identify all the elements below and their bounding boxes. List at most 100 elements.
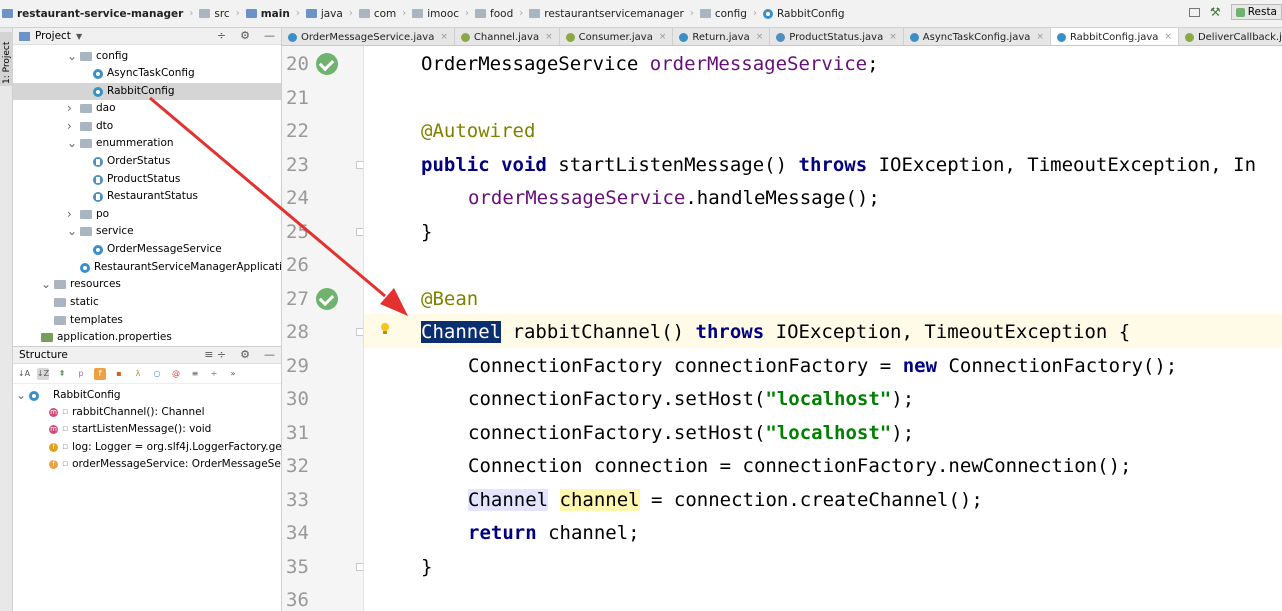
gear-icon[interactable]: ⚙ <box>240 348 250 361</box>
code-token: ; <box>867 53 879 75</box>
show-lambdas-icon[interactable]: λ <box>132 368 144 380</box>
tree-item[interactable]: OrderStatus <box>13 153 281 170</box>
layout-icon[interactable] <box>1188 7 1200 17</box>
project-panel-header[interactable]: Project ▼ ÷ ⚙ — <box>13 28 281 45</box>
editor-tab-label: Channel.java <box>473 31 540 43</box>
code-token: @Autowired <box>421 120 536 142</box>
fold-marker-icon[interactable] <box>356 562 363 571</box>
editor-tab[interactable]: AsyncTaskConfig.java × <box>903 28 1051 45</box>
chevron-down-icon[interactable]: ⌄ <box>67 48 77 65</box>
project-tool-tab[interactable]: 1: Project <box>0 32 13 86</box>
breadcrumb-item[interactable]: restaurantservicemanager <box>529 8 684 20</box>
expand-icon[interactable]: ≡ <box>189 368 201 380</box>
code-editor[interactable]: OrderMessageService orderMessageService;… <box>364 46 1282 611</box>
fold-marker-icon[interactable] <box>356 227 363 236</box>
tree-item[interactable]: RestaurantServiceManagerApplicati <box>13 259 281 276</box>
tree-item[interactable]: ⌄ config <box>13 48 281 65</box>
editor-tab[interactable]: Channel.java × <box>454 28 560 45</box>
show-annotations-icon[interactable]: @ <box>170 368 182 380</box>
tree-item-label: service <box>96 225 134 237</box>
breadcrumb-item[interactable]: src <box>199 8 230 20</box>
expand-all-icon[interactable]: ≡ ÷ <box>204 348 226 361</box>
sort-by-visibility-icon[interactable]: ↓A <box>18 368 30 380</box>
tree-item[interactable]: RabbitConfig <box>13 83 281 100</box>
breadcrumb-item[interactable]: imooc <box>412 8 459 20</box>
tree-item[interactable]: › dao <box>13 100 281 117</box>
tree-item[interactable]: ProductStatus <box>13 171 281 188</box>
tree-item[interactable]: › po <box>13 206 281 223</box>
code-line: @Bean <box>421 283 478 317</box>
hammer-icon[interactable]: ⚒ <box>1210 5 1221 19</box>
tree-item[interactable]: AsyncTaskConfig <box>13 65 281 82</box>
editor-tab[interactable]: ProductStatus.java × <box>770 28 904 45</box>
chevron-down-icon[interactable]: ⌄ <box>67 135 77 152</box>
tree-item[interactable]: static <box>13 294 281 311</box>
spring-bean-gutter-icon[interactable] <box>316 287 338 310</box>
lightbulb-icon[interactable] <box>380 322 390 335</box>
tree-item[interactable]: RestaurantStatus <box>13 188 281 205</box>
breadcrumb-item[interactable]: RabbitConfig <box>762 8 845 20</box>
collapse-icon[interactable]: ÷ <box>208 368 220 380</box>
close-icon[interactable]: × <box>1164 32 1172 42</box>
tree-item[interactable]: OrderMessageService <box>13 241 281 258</box>
tree-item[interactable]: ⌄ enummeration <box>13 135 281 152</box>
tree-item[interactable]: › dto <box>13 118 281 135</box>
close-icon[interactable]: × <box>889 32 897 42</box>
chevron-down-icon[interactable]: ⌄ <box>41 276 51 293</box>
editor-tab[interactable]: Consumer.java × <box>559 28 674 45</box>
structure-member-item[interactable]: f ▫ log: Logger = org.slf4j.LoggerFactory.… <box>49 439 281 456</box>
more-icon[interactable]: » <box>227 368 239 380</box>
show-fields-icon[interactable]: f <box>94 367 106 380</box>
tree-item[interactable]: templates <box>13 312 281 329</box>
close-icon[interactable]: × <box>659 32 667 42</box>
folder-icon <box>80 210 92 219</box>
close-icon[interactable]: × <box>756 32 764 42</box>
editor-tab[interactable]: DeliverCallback.java× <box>1178 28 1282 45</box>
show-inherited-icon[interactable]: ⇞ <box>56 368 68 380</box>
code-line: orderMessageService.handleMessage(); <box>468 182 880 216</box>
editor-tab-label: DeliverCallback.java <box>1197 31 1282 43</box>
chevron-down-icon[interactable]: ⌄ <box>16 387 26 404</box>
collapse-all-icon[interactable]: ÷ <box>217 29 226 42</box>
structure-member-item[interactable]: f ▫ orderMessageService: OrderMessageServ <box>49 456 281 473</box>
fold-marker-icon[interactable] <box>356 328 363 336</box>
editor-tab[interactable]: Return.java × <box>673 28 771 45</box>
structure-root-item[interactable]: ⌄ RabbitConfig <box>16 387 121 404</box>
show-properties-icon[interactable]: p <box>75 368 87 380</box>
chevron-right-icon[interactable]: › <box>67 118 77 135</box>
tree-item-label: ProductStatus <box>107 173 181 185</box>
gear-icon[interactable]: ⚙ <box>240 29 250 42</box>
breadcrumb-item[interactable]: restaurant-service-manager <box>2 8 183 20</box>
chevron-right-icon[interactable]: › <box>67 100 77 117</box>
class-icon <box>93 86 103 97</box>
tree-item[interactable]: ⌄ resources <box>13 276 281 293</box>
anonymous-classes-icon[interactable]: ○ <box>151 368 163 380</box>
close-icon[interactable]: × <box>440 32 448 42</box>
breadcrumb-item[interactable]: config <box>699 8 747 20</box>
breadcrumb-item[interactable]: java <box>305 8 343 20</box>
editor-tab[interactable]: OrderMessageService.java × <box>282 28 455 45</box>
editor-tab[interactable]: RabbitConfig.java × <box>1050 28 1179 45</box>
sort-alpha-icon[interactable]: ↓Z <box>37 367 49 380</box>
minimize-icon[interactable]: — <box>264 29 275 42</box>
breadcrumb-item[interactable]: main <box>245 8 290 20</box>
breadcrumb-item[interactable]: com <box>358 8 396 20</box>
structure-member-item[interactable]: m ▫ rabbitChannel(): Channel <box>49 404 205 421</box>
visibility-icon: ▫ <box>62 424 69 434</box>
show-non-public-icon[interactable]: ▪ <box>113 368 125 380</box>
close-icon[interactable]: × <box>1036 32 1044 42</box>
spring-bean-gutter-icon[interactable] <box>316 53 338 75</box>
chevron-down-icon[interactable]: ▼ <box>76 32 82 41</box>
tree-item[interactable]: application.properties <box>13 329 281 346</box>
chevron-right-icon[interactable]: › <box>67 206 77 223</box>
tree-item[interactable]: ⌄ service <box>13 223 281 240</box>
fold-marker-icon[interactable] <box>356 160 363 169</box>
minimize-icon[interactable]: — <box>264 348 275 361</box>
chevron-down-icon[interactable]: ⌄ <box>67 223 77 240</box>
run-configuration-select[interactable]: Resta <box>1230 4 1282 20</box>
tool-window-strip: 1: Project <box>0 28 13 611</box>
navigation-breadcrumb: restaurant-service-manager › src › main › java… <box>0 0 1282 28</box>
structure-member-item[interactable]: m ▫ startListenMessage(): void <box>49 421 211 438</box>
close-icon[interactable]: × <box>545 32 553 42</box>
breadcrumb-item[interactable]: food <box>475 8 513 20</box>
